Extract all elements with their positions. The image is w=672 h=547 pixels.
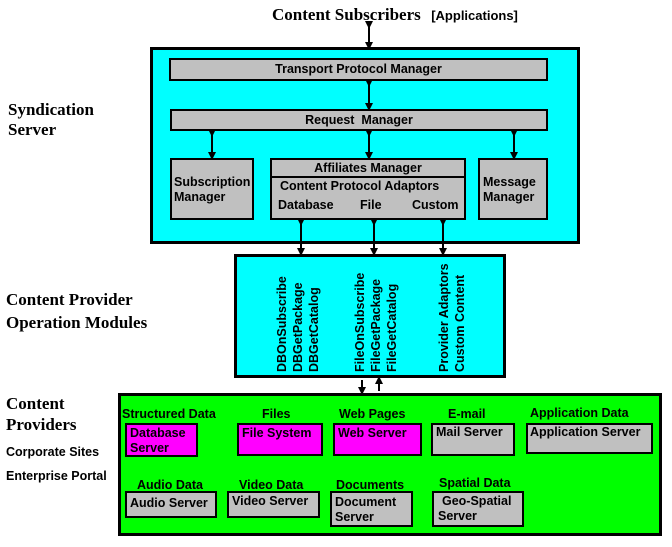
applications-subtitle: [Applications] [431, 8, 518, 23]
label-line: Providers [6, 415, 77, 434]
label-line: Audio Server [130, 496, 208, 510]
custom-content-line: Custom Content [453, 274, 467, 372]
label-line: Video Server [232, 494, 309, 508]
web-server[interactable]: Web Server [333, 423, 422, 456]
file-on-subscribe: FileOnSubscribe [353, 272, 367, 372]
label-line: Syndication [8, 100, 94, 119]
category-structured-data: Structured Data [122, 407, 216, 421]
label-line: Web Server [338, 426, 407, 440]
application-server[interactable]: Application Server [526, 423, 653, 454]
category-email: E-mail [448, 407, 486, 421]
document-server[interactable]: Document Server [330, 491, 413, 527]
file-operations: FileOnSubscribe FileGetPackage FileGetCa… [352, 264, 400, 372]
label-line: Message [483, 175, 536, 189]
geo-spatial-server[interactable]: Geo-Spatial Server [432, 491, 524, 527]
label-line: Server [8, 120, 57, 139]
affiliates-label: Affiliates Manager [272, 160, 464, 178]
video-server[interactable]: Video Server [227, 491, 320, 518]
label-line: Content [6, 394, 65, 413]
label-line: Document [335, 495, 397, 509]
transport-label: Transport Protocol Manager [275, 62, 442, 76]
content-protocol-adaptors-label: Content Protocol Adaptors [280, 179, 440, 193]
category-spatial-data: Spatial Data [439, 476, 511, 490]
label-line: Manager [483, 190, 535, 204]
label-line: Mail Server [436, 425, 503, 439]
label-line: Geo-Spatial [442, 494, 512, 508]
db-operations: DBOnSubscribe DBGetPackage DBGetCatalog [274, 268, 322, 372]
label-line: Subscription [174, 175, 251, 189]
audio-server[interactable]: Audio Server [125, 491, 217, 518]
request-label: Request Manager [305, 113, 413, 127]
enterprise-portal-label: Enterprise Portal [6, 469, 107, 483]
affiliates-manager[interactable]: Affiliates Manager Content Protocol Adap… [270, 158, 466, 220]
db-on-subscribe: DBOnSubscribe [275, 276, 289, 372]
category-audio-data: Audio Data [137, 478, 203, 492]
label-line: File System [242, 426, 312, 440]
adaptor-file: File [360, 198, 382, 212]
db-get-package: DBGetPackage [291, 282, 305, 372]
label-line: Operation Modules [6, 313, 148, 332]
file-system[interactable]: File System [237, 423, 323, 456]
syndication-server-label: Syndication Server [8, 100, 94, 140]
label-line: Content Provider [6, 290, 133, 309]
custom-operations: Provider Adaptors Custom Content [436, 262, 468, 372]
label-line: Database [130, 426, 186, 440]
label-line: Server [335, 510, 374, 524]
adaptor-database: Database [278, 198, 334, 212]
content-providers-label: Content Providers [6, 393, 77, 435]
file-get-package: FileGetPackage [369, 278, 383, 372]
label-line: Server [130, 441, 169, 455]
file-get-catalog: FileGetCatalog [385, 283, 399, 372]
category-documents: Documents [336, 478, 405, 492]
label-line: Server [438, 509, 477, 523]
content-subscribers-title: Content Subscribers [272, 5, 421, 24]
provider-examples: Corporate Sites Enterprise Portal [6, 440, 107, 488]
message-manager[interactable]: Message Manager [478, 158, 548, 220]
subscription-manager[interactable]: Subscription Manager [170, 158, 254, 220]
corporate-sites-label: Corporate Sites [6, 445, 100, 459]
label-line: Manager [174, 190, 226, 204]
operation-modules-label: Content Provider Operation Modules [6, 288, 147, 334]
provider-adaptors-line: Provider Adaptors [437, 263, 451, 372]
category-web-pages: Web Pages [339, 407, 406, 421]
database-server[interactable]: Database Server [125, 423, 198, 457]
content-subscribers-label: Content Subscribers [Applications] [272, 5, 518, 25]
label-line: Application Server [530, 425, 641, 439]
category-files: Files [262, 407, 291, 421]
category-application-data: Application Data [530, 406, 629, 420]
category-video-data: Video Data [239, 478, 304, 492]
mail-server[interactable]: Mail Server [431, 423, 515, 456]
adaptor-custom: Custom [412, 198, 459, 212]
transport-protocol-manager[interactable]: Transport Protocol Manager [169, 58, 548, 81]
request-manager[interactable]: Request Manager [170, 109, 548, 131]
db-get-catalog: DBGetCatalog [307, 287, 321, 372]
